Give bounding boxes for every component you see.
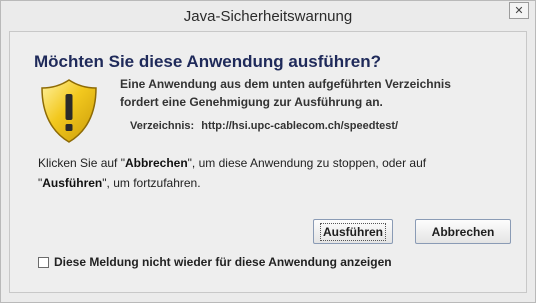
dont-show-again-checkbox[interactable] (38, 256, 49, 268)
dialog-content: Möchten Sie diese Anwendung ausführen? E… (9, 31, 527, 293)
description-line-2: fordert eine Genehmigung zur Ausführung … (120, 95, 383, 109)
run-button-label: Ausführen (320, 222, 386, 241)
description-line-1: Eine Anwendung aus dem unten aufgeführte… (120, 77, 451, 91)
cancel-button[interactable]: Abbrechen (415, 219, 511, 244)
dialog-heading: Möchten Sie diese Anwendung ausführen? (34, 52, 381, 71)
location-label: Verzeichnis: (130, 120, 195, 132)
window-title: Java-Sicherheitswarnung (183, 8, 353, 25)
warning-shield-icon (41, 79, 97, 143)
instructions-part-4: ", um fortzufahren. (102, 176, 201, 190)
run-button[interactable]: Ausführen (313, 219, 393, 244)
warning-description: Eine Anwendung aus dem unten aufgeführte… (120, 75, 451, 111)
location-value: http://hsi.upc-cablecom.ch/speedtest/ (201, 120, 399, 132)
instructions-cancel-word: Abbrechen (124, 156, 188, 170)
instructions-part-1: Klicken Sie auf " (38, 156, 125, 170)
location-row: Verzeichnis: http://hsi.upc-cablecom.ch/… (130, 120, 398, 132)
security-warning-window: Java-Sicherheitswarnung ✕ Möchten Sie di… (0, 0, 536, 303)
dont-show-again-row[interactable]: Diese Meldung nicht wieder für diese Anw… (38, 255, 392, 269)
instructions-part-2: ", um diese Anwendung zu stoppen, oder a… (187, 156, 427, 170)
instructions-text: Klicken Sie auf "Abbrechen", um diese An… (38, 153, 498, 193)
title-bar[interactable]: Java-Sicherheitswarnung ✕ (1, 1, 535, 31)
close-button[interactable]: ✕ (509, 2, 529, 19)
dont-show-again-label[interactable]: Diese Meldung nicht wieder für diese Anw… (54, 255, 392, 269)
close-icon: ✕ (514, 5, 524, 17)
instructions-run-word: Ausführen (42, 176, 103, 190)
